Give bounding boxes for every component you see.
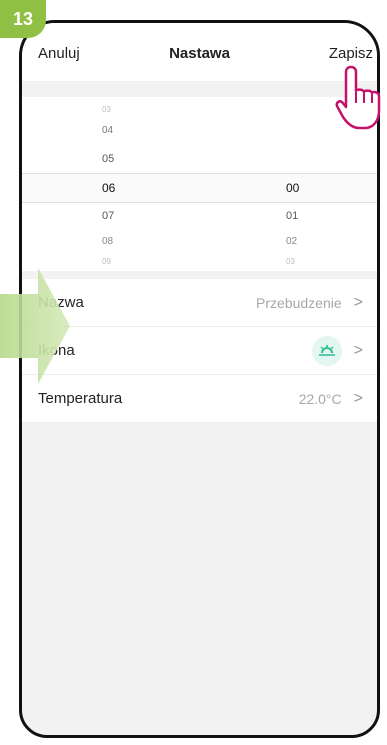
hour-option[interactable]: 08 <box>102 236 113 247</box>
time-picker[interactable]: 03 04 05 06 00 07 01 08 02 09 03 <box>22 97 377 271</box>
picker-selected-row: 06 00 <box>22 173 377 203</box>
hour-option[interactable]: 04 <box>102 125 113 136</box>
minute-option[interactable]: 03 <box>286 257 295 266</box>
step-number-badge: 13 <box>0 0 46 38</box>
setting-row-temperature[interactable]: Temperatura 22.0°C > <box>22 375 377 423</box>
sunrise-icon <box>311 335 342 366</box>
setting-value: Przebudzenie <box>256 294 342 311</box>
setting-row-icon[interactable]: Ikona > <box>22 327 377 375</box>
hour-selected[interactable]: 06 <box>102 181 115 195</box>
minute-option[interactable]: 02 <box>286 236 297 247</box>
setting-value: 22.0°C <box>298 390 342 407</box>
minute-option[interactable]: 01 <box>286 210 298 222</box>
save-button[interactable]: Zapisz <box>329 45 373 62</box>
chevron-right-icon: > <box>353 341 363 359</box>
picker-row: 07 01 <box>22 203 377 231</box>
phone-screen: Anuluj Nastawa Zapisz 03 04 05 06 00 07 … <box>19 20 380 738</box>
picker-row: 09 03 <box>22 251 377 271</box>
settings-list: Nazwa Przebudzenie > Ikona > Temperatura… <box>22 279 377 423</box>
hour-option[interactable]: 09 <box>102 257 111 266</box>
picker-row: 05 <box>22 145 377 173</box>
setting-row-name[interactable]: Nazwa Przebudzenie > <box>22 279 377 327</box>
hour-option[interactable]: 07 <box>102 210 114 222</box>
page-title: Nastawa <box>169 45 230 62</box>
header-bar: Anuluj Nastawa Zapisz <box>22 23 377 81</box>
hour-option[interactable]: 03 <box>102 105 111 114</box>
hour-option[interactable]: 05 <box>102 153 114 165</box>
chevron-right-icon: > <box>353 389 363 407</box>
minute-selected[interactable]: 00 <box>286 181 299 195</box>
setting-label: Nazwa <box>38 294 84 311</box>
pointing-hand-icon <box>335 65 381 130</box>
setting-label: Ikona <box>38 342 312 359</box>
arrow-right-icon <box>0 268 70 384</box>
picker-row: 04 <box>22 117 377 145</box>
chevron-right-icon: > <box>353 293 363 311</box>
setting-label: Temperatura <box>38 390 123 407</box>
